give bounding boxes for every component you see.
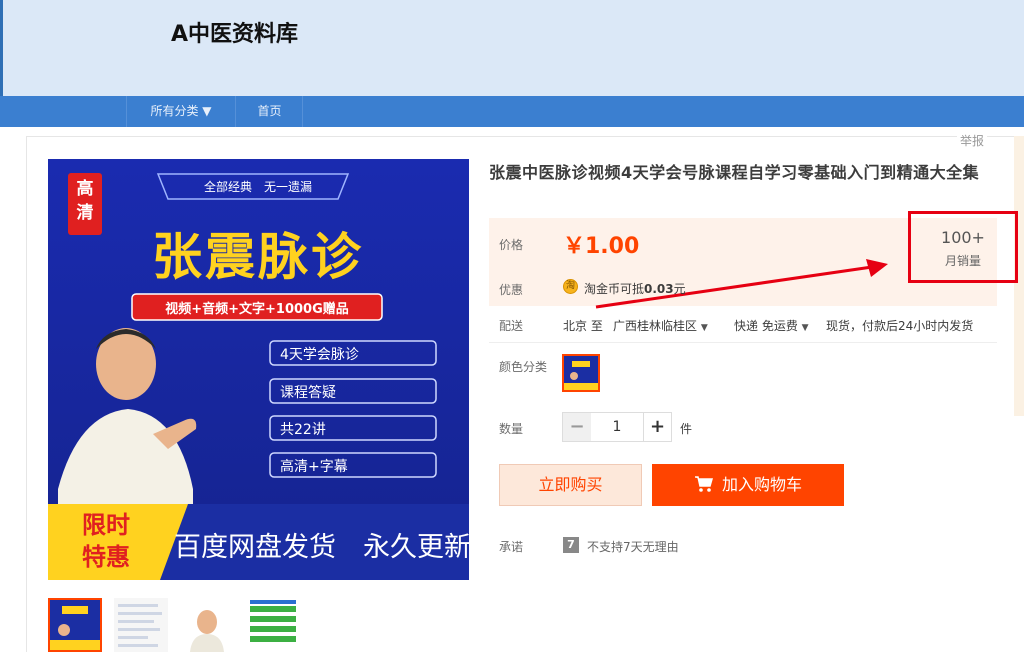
main-product-image[interactable]: 高 清 全部经典 无一遗漏 张震脉诊 视频+音频+文字+1000G赠品 4天学会… xyxy=(48,159,469,580)
thumbnail-3[interactable] xyxy=(180,598,234,652)
divider xyxy=(489,342,997,343)
thumbnail-2-graphic xyxy=(118,604,162,647)
image-course-name: 张震脉诊 xyxy=(152,228,364,286)
thumbnail-4-graphic xyxy=(250,600,296,642)
image-tagline: 全部经典 无一遗漏 xyxy=(203,180,312,194)
chevron-down-icon: ▼ xyxy=(801,323,809,333)
price-label: 价格 xyxy=(499,238,524,252)
shop-nav: 所有分类 ▼ 首页 xyxy=(0,96,1024,127)
color-swatch-graphic xyxy=(564,361,598,390)
thumbnail-1-graphic xyxy=(50,606,100,650)
nav-all-categories[interactable]: 所有分类 ▼ xyxy=(126,96,236,127)
product-title: 张震中医脉诊视频4天学会号脉课程自学习零基础入门到精通大全集 xyxy=(489,163,980,182)
quantity-increment-button[interactable]: + xyxy=(643,413,671,441)
buy-now-button[interactable]: 立即购买 xyxy=(499,464,642,506)
image-feature-1: 4天学会脉诊 xyxy=(280,347,359,363)
thumbnail-1[interactable] xyxy=(48,598,102,652)
monthly-sales-label: 月销量 xyxy=(944,254,981,268)
promo-text: 淘金币可抵0.03元 xyxy=(584,280,686,297)
thumbnail-2[interactable] xyxy=(114,598,168,652)
color-label: 颜色分类 xyxy=(499,360,548,374)
add-to-cart-button[interactable]: 加入购物车 xyxy=(652,464,844,506)
add-to-cart-label: 加入购物车 xyxy=(721,475,802,494)
quantity-input[interactable]: 1 xyxy=(592,413,642,441)
seven-day-icon: 7 xyxy=(563,537,579,553)
monthly-sales-highlight: 100+ 月销量 xyxy=(908,211,1018,283)
cart-icon xyxy=(694,476,713,492)
quantity-unit: 件 xyxy=(680,422,693,436)
image-limited-offer: 限时 特惠 xyxy=(82,511,130,571)
shipping-label: 配送 xyxy=(499,319,524,333)
promo-text-prefix: 淘金币可抵 xyxy=(584,282,645,296)
quantity-label: 数量 xyxy=(499,422,524,436)
ship-to-text: 广西桂林临桂区 xyxy=(613,319,698,333)
hd-badge: 高 清 xyxy=(76,179,94,223)
monthly-sales-value: 100+ xyxy=(941,228,985,247)
nav-home[interactable]: 首页 xyxy=(237,96,303,127)
ship-from: 北京 至 xyxy=(563,319,603,333)
image-feature-4: 高清+字幕 xyxy=(280,459,348,475)
promo-label: 优惠 xyxy=(499,283,524,297)
report-link[interactable]: 举报 xyxy=(957,132,988,149)
promo-text-suffix: 元 xyxy=(673,282,686,296)
thumbnail-3-graphic xyxy=(190,610,224,652)
image-feature-3: 共22讲 xyxy=(280,422,326,438)
image-feature-2: 课程答疑 xyxy=(280,385,336,401)
ship-fee-text: 快递 免运费 xyxy=(734,319,798,333)
quantity-stepper: − 1 + xyxy=(562,412,672,442)
color-swatch[interactable] xyxy=(562,354,600,392)
quantity-decrement-button[interactable]: − xyxy=(563,413,591,441)
shop-header: A中医资料库 xyxy=(0,0,1024,96)
shop-name[interactable]: A中医资料库 xyxy=(171,16,298,48)
ship-fee-selector[interactable]: 快递 免运费 ▼ xyxy=(734,317,809,334)
thumbnail-4[interactable] xyxy=(246,598,300,652)
ship-to-selector[interactable]: 广西桂林临桂区 ▼ xyxy=(613,317,708,334)
promise-text: 不支持7天无理由 xyxy=(587,540,679,554)
image-bonus: 视频+音频+文字+1000G赠品 xyxy=(165,302,349,317)
chevron-down-icon: ▼ xyxy=(700,323,708,333)
taobao-coin-icon: 淘 xyxy=(563,279,578,294)
image-delivery: 百度网盘发货 永久更新 xyxy=(174,532,469,563)
promo-amount: 0.03 xyxy=(644,282,674,296)
promise-label: 承诺 xyxy=(499,540,524,554)
ship-note: 现货，付款后24小时内发货 xyxy=(826,319,974,333)
